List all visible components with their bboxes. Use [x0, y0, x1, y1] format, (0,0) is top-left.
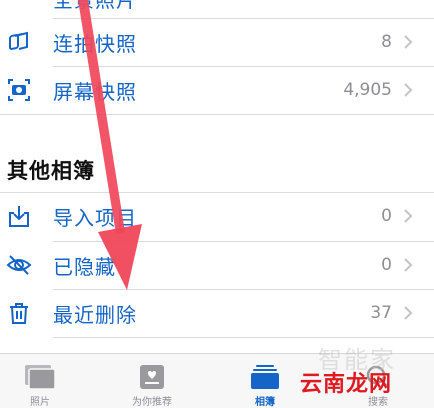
row-divider: [53, 337, 434, 338]
album-row-label: 屏幕快照: [53, 79, 137, 104]
album-count: 37: [370, 303, 392, 323]
chevron-right-icon: [404, 209, 413, 223]
album-row-label: 全景照片: [53, 0, 137, 13]
import-icon: [6, 203, 32, 229]
chevron-right-icon: [404, 83, 413, 97]
album-row-imports[interactable]: 导入项目 0: [0, 192, 434, 240]
album-row-label: 已隐藏: [53, 254, 116, 279]
album-count: 0: [381, 255, 392, 275]
album-count: 4,905: [343, 80, 392, 100]
album-row-label: 连拍快照: [53, 31, 137, 56]
for-you-tab-icon: [140, 365, 164, 389]
section-title-other-albums: 其他相簿: [7, 159, 95, 183]
tab-label: 照片: [30, 397, 50, 408]
album-row-burst[interactable]: 连拍快照 8: [0, 18, 434, 66]
chevron-right-icon: [404, 35, 413, 49]
album-row-label: 导入项目: [53, 205, 137, 230]
screenshot-icon: [6, 77, 32, 103]
album-row-screenshots[interactable]: 屏幕快照 4,905: [0, 66, 434, 114]
tab-label: 为你推荐: [132, 397, 172, 408]
tab-for-you[interactable]: 为你推荐: [98, 354, 206, 408]
section-divider: [0, 114, 434, 115]
burst-icon: [6, 29, 32, 55]
photos-tab-icon: [25, 365, 56, 390]
chevron-right-icon: [404, 306, 413, 320]
trash-icon: [6, 300, 32, 326]
album-count: 0: [381, 206, 392, 226]
album-row-recently-deleted[interactable]: 最近删除 37: [0, 289, 434, 337]
album-row-label: 最近删除: [53, 302, 137, 327]
album-row-hidden[interactable]: 已隐藏 0: [0, 241, 434, 289]
watermark-text: 云南龙网: [300, 372, 393, 397]
album-count: 8: [381, 32, 392, 52]
albums-tab-icon: [251, 365, 279, 389]
chevron-right-icon: [404, 258, 413, 272]
tab-photos[interactable]: 照片: [0, 354, 94, 408]
hidden-eye-icon: [6, 252, 32, 278]
